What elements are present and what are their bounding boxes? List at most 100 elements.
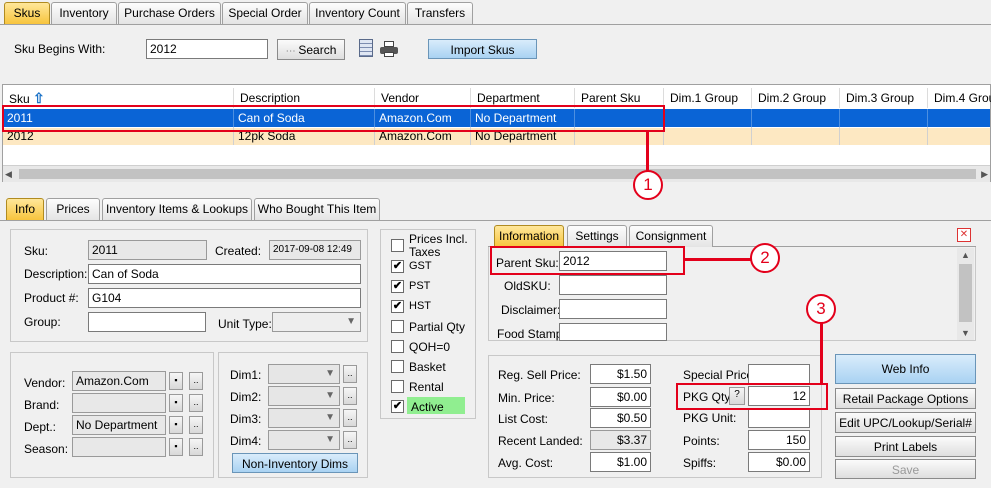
tab-inventory[interactable]: Inventory <box>51 2 117 24</box>
search-button[interactable]: ⋯ Search <box>277 39 345 60</box>
import-skus-button[interactable]: Import Skus <box>428 39 537 59</box>
season-lookup-button[interactable]: ▪ <box>169 438 183 456</box>
oldsku-field[interactable] <box>559 275 667 295</box>
chevron-down-icon: ▼ <box>325 390 335 401</box>
sku-search-input[interactable]: 2012 <box>146 39 268 59</box>
season-more-button[interactable]: .. <box>189 438 203 456</box>
group-field[interactable] <box>88 312 206 332</box>
brand-more-button[interactable]: .. <box>189 394 203 412</box>
min-price-field[interactable]: $0.00 <box>590 387 651 407</box>
dept-more-button[interactable]: .. <box>189 416 203 434</box>
prices-incl-taxes-checkbox[interactable] <box>391 239 404 252</box>
dim2-more-button[interactable]: .. <box>343 387 357 405</box>
spiffs-field[interactable]: $0.00 <box>748 452 810 472</box>
list-cost-field[interactable]: $0.50 <box>590 408 651 428</box>
description-field[interactable]: Can of Soda <box>88 264 361 284</box>
close-icon[interactable]: ✕ <box>957 228 971 242</box>
dim4-more-button[interactable]: .. <box>343 431 357 449</box>
scroll-left-icon[interactable]: ◀ <box>5 169 12 180</box>
dim1-more-button[interactable]: .. <box>343 365 357 383</box>
col-header-sku[interactable]: Sku ⇧ <box>3 88 234 108</box>
tab-prices[interactable]: Prices <box>46 198 100 220</box>
grid-horizontal-scrollbar[interactable]: ◀ ▶ <box>3 165 990 182</box>
pkg-unit-label: PKG Unit: <box>683 411 737 425</box>
tab-settings[interactable]: Settings <box>567 225 627 247</box>
callout-3: 3 <box>806 294 836 324</box>
col-header-dim4[interactable]: Dim.4 Group <box>928 88 991 108</box>
col-header-vendor[interactable]: Vendor <box>375 88 471 108</box>
gst-checkbox[interactable]: ✔ <box>391 260 404 273</box>
tab-info[interactable]: Info <box>6 198 44 220</box>
tab-transfers[interactable]: Transfers <box>407 2 473 24</box>
product-number-field[interactable]: G104 <box>88 288 361 308</box>
group-label: Group: <box>24 315 61 329</box>
info-vertical-scrollbar[interactable]: ▲ ▼ <box>957 248 974 340</box>
pkg-qty-field[interactable]: 12 <box>748 386 810 406</box>
tab-special-order[interactable]: Special Order <box>222 2 308 24</box>
scroll-thumb[interactable] <box>959 264 972 322</box>
points-field[interactable]: 150 <box>748 430 810 450</box>
vendor-field: Amazon.Com <box>72 371 166 391</box>
col-header-department[interactable]: Department <box>471 88 575 108</box>
save-button[interactable]: Save <box>835 459 976 479</box>
dept-lookup-button[interactable]: ▪ <box>169 416 183 434</box>
non-inventory-dims-button[interactable]: Non-Inventory Dims <box>232 453 358 473</box>
description-label: Description: <box>24 267 88 281</box>
tab-consignment[interactable]: Consignment <box>629 225 713 247</box>
unit-type-select[interactable]: ▼ <box>272 312 361 332</box>
col-header-parent-sku[interactable]: Parent Sku <box>575 88 664 108</box>
cell-dim1 <box>664 127 752 145</box>
pst-checkbox[interactable]: ✔ <box>391 280 404 293</box>
vendor-lookup-button[interactable]: ▪ <box>169 372 183 390</box>
tab-inventory-items[interactable]: Inventory Items & Lookups <box>102 198 252 220</box>
parent-sku-field[interactable]: 2012 <box>559 251 667 271</box>
pkg-qty-help-button[interactable]: ? <box>729 387 745 405</box>
tab-information[interactable]: Information <box>494 225 564 247</box>
scroll-up-icon[interactable]: ▲ <box>961 250 970 260</box>
cell-parent <box>575 127 664 145</box>
reg-sell-price-field[interactable]: $1.50 <box>590 364 651 384</box>
cell-dim2 <box>752 109 840 127</box>
document-icon[interactable] <box>359 39 373 57</box>
brand-lookup-button[interactable]: ▪ <box>169 394 183 412</box>
col-header-description[interactable]: Description <box>234 88 375 108</box>
special-price-field[interactable] <box>748 364 810 384</box>
col-header-dim1[interactable]: Dim.1 Group <box>664 88 752 108</box>
vendor-more-button[interactable]: .. <box>189 372 203 390</box>
brand-label: Brand: <box>24 398 60 412</box>
scroll-right-icon[interactable]: ▶ <box>981 169 988 180</box>
active-checkbox[interactable]: ✔ <box>391 400 404 413</box>
col-header-dim3[interactable]: Dim.3 Group <box>840 88 928 108</box>
dim3-select[interactable]: ▼ <box>268 408 340 428</box>
edit-upc-button[interactable]: Edit UPC/Lookup/Serial# <box>835 412 976 433</box>
printer-icon[interactable] <box>380 41 398 57</box>
dim1-select[interactable]: ▼ <box>268 364 340 384</box>
dim2-select[interactable]: ▼ <box>268 386 340 406</box>
pkg-unit-field[interactable] <box>748 408 810 428</box>
food-stamp-label: Food Stamp: <box>497 327 566 341</box>
search-button-label: Search <box>298 43 337 57</box>
scroll-down-icon[interactable]: ▼ <box>961 328 970 338</box>
col-header-sku-label: Sku <box>9 92 30 106</box>
hst-checkbox[interactable]: ✔ <box>391 300 404 313</box>
food-stamp-field[interactable] <box>559 323 667 341</box>
scroll-thumb[interactable] <box>19 169 976 179</box>
print-labels-button[interactable]: Print Labels <box>835 436 976 457</box>
web-info-button[interactable]: Web Info <box>835 354 976 384</box>
tab-purchase-orders[interactable]: Purchase Orders <box>118 2 221 24</box>
tab-who-bought[interactable]: Who Bought This Item <box>254 198 380 220</box>
created-field: 2017-09-08 12:49 <box>269 240 361 260</box>
col-header-dim2[interactable]: Dim.2 Group <box>752 88 840 108</box>
rental-checkbox[interactable] <box>391 380 404 393</box>
partial-qty-checkbox[interactable] <box>391 320 404 333</box>
tab-inventory-count[interactable]: Inventory Count <box>309 2 406 24</box>
avg-cost-field[interactable]: $1.00 <box>590 452 651 472</box>
disclaimer-field[interactable] <box>559 299 667 319</box>
dim3-more-button[interactable]: .. <box>343 409 357 427</box>
basket-checkbox[interactable] <box>391 360 404 373</box>
retail-package-options-button[interactable]: Retail Package Options <box>835 388 976 409</box>
basket-label: Basket <box>409 360 446 374</box>
dim4-select[interactable]: ▼ <box>268 430 340 450</box>
tab-skus[interactable]: Skus <box>4 2 50 24</box>
qoh-zero-checkbox[interactable] <box>391 340 404 353</box>
